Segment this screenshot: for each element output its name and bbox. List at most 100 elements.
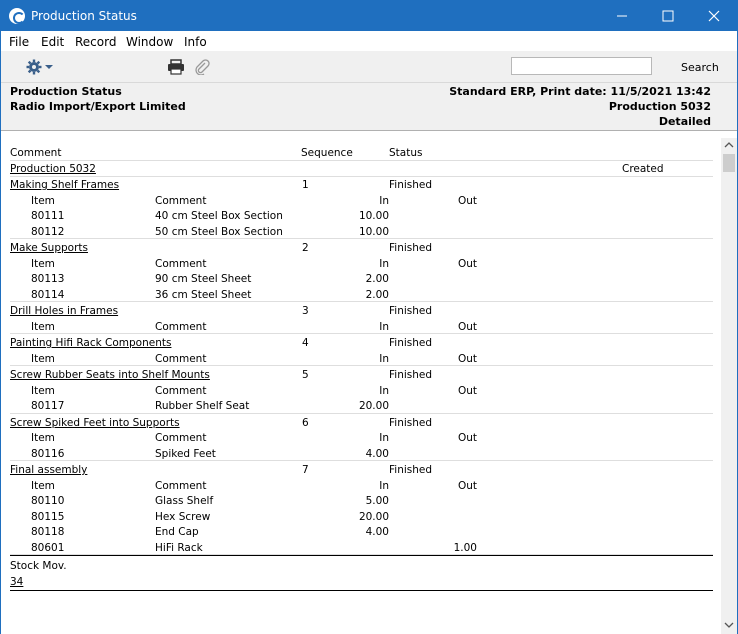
item-in-qty: 20.00 [358, 400, 389, 412]
report-body: Comment Sequence Status Production 5032 Crea… [1, 134, 721, 634]
title-bar: Production Status [1, 1, 737, 31]
sub-header-out: Out [457, 320, 477, 333]
menu-edit[interactable]: Edit [41, 35, 64, 49]
item-comment: Hex Screw [155, 510, 211, 523]
scroll-up-icon [724, 142, 734, 148]
step-link[interactable]: Making Shelf Frames [10, 179, 119, 191]
step-status: Finished [389, 369, 433, 381]
step-status: Finished [389, 242, 433, 254]
item-code: 80115 [31, 510, 65, 523]
production-status-window: Production Status File Edit Record Windo… [0, 0, 738, 634]
divider [10, 555, 713, 556]
scroll-down-icon [724, 622, 734, 628]
divider [10, 333, 713, 334]
divider [10, 176, 713, 177]
item-in-qty: 20.00 [358, 510, 389, 523]
menu-file[interactable]: File [9, 35, 29, 49]
item-comment: Rubber Shelf Seat [155, 400, 250, 412]
divider [10, 301, 713, 302]
item-in-qty: 10.00 [358, 210, 389, 222]
close-icon [708, 10, 720, 22]
step-sequence: 3 [302, 305, 309, 317]
item-comment: 90 cm Steel Sheet [155, 273, 252, 285]
step-sequence: 1 [302, 179, 309, 191]
paperclip-icon[interactable] [194, 59, 210, 78]
report-name: Production Status [10, 85, 122, 98]
step-sequence: 6 [302, 416, 309, 429]
item-code: 80117 [31, 400, 65, 412]
maximize-icon [662, 10, 674, 22]
menu-window[interactable]: Window [126, 35, 173, 49]
maximize-button[interactable] [645, 1, 691, 31]
vertical-scrollbar[interactable] [721, 138, 737, 634]
step-sequence: 5 [302, 369, 309, 381]
sub-header-comment: Comment [155, 320, 207, 333]
item-comment: 36 cm Steel Sheet [155, 288, 252, 301]
step-link[interactable]: Drill Holes in Frames [10, 305, 118, 317]
column-header-comment: Comment [10, 147, 62, 159]
sub-header-out: Out [457, 194, 477, 207]
production-status: Created [622, 163, 664, 175]
step-link[interactable]: Painting Hifi Rack Components [10, 337, 171, 349]
minimize-button[interactable] [599, 1, 645, 31]
sub-header-out: Out [457, 479, 477, 492]
sub-header-in: In [379, 479, 389, 492]
stock-mov-link[interactable]: 34 [10, 576, 23, 588]
step-link[interactable]: Make Supports [10, 242, 88, 254]
divider [10, 160, 713, 161]
item-code: 80110 [31, 495, 65, 507]
sub-header-out: Out [457, 384, 477, 397]
sub-header-in: In [379, 432, 389, 444]
menu-record[interactable]: Record [75, 35, 116, 49]
item-code: 80114 [31, 288, 65, 301]
window-title: Production Status [31, 9, 137, 23]
close-button[interactable] [691, 1, 737, 31]
step-status: Finished [389, 464, 433, 476]
item-comment: Glass Shelf [155, 495, 214, 507]
printer-icon[interactable] [167, 59, 185, 78]
item-comment: 40 cm Steel Box Section [155, 210, 283, 222]
sub-header-in: In [379, 384, 389, 397]
sub-header-comment: Comment [155, 384, 207, 397]
report-header: Production Status Radio Import/Export Li… [1, 83, 737, 131]
sub-header-comment: Comment [155, 257, 207, 270]
item-code: 80111 [31, 210, 65, 222]
toolbar: Search [1, 51, 737, 83]
divider [10, 238, 713, 239]
gear-icon[interactable] [26, 59, 56, 78]
search-button[interactable]: Search [681, 61, 719, 74]
step-link[interactable]: Screw Rubber Seats into Shelf Mounts [10, 369, 210, 381]
item-code: 80116 [31, 447, 65, 460]
production-number: Production 5032 [608, 100, 711, 113]
sub-header-item: Item [31, 384, 55, 397]
stock-mov-label: Stock Mov. [10, 560, 67, 572]
item-comment: End Cap [155, 526, 199, 538]
item-code: 80113 [31, 273, 65, 285]
search-input[interactable] [511, 57, 652, 75]
item-comment: Spiked Feet [155, 447, 216, 460]
column-header-sequence: Sequence [301, 147, 353, 159]
detail-level: Detailed [658, 115, 711, 128]
sub-header-comment: Comment [155, 479, 207, 492]
menu-info[interactable]: Info [184, 35, 207, 49]
sub-header-in: In [379, 194, 389, 207]
step-link[interactable]: Final assembly [10, 464, 87, 476]
minimize-icon [617, 15, 627, 17]
step-sequence: 7 [302, 464, 309, 476]
scrollbar-thumb[interactable] [723, 154, 735, 172]
step-sequence: 2 [302, 242, 309, 254]
sub-header-comment: Comment [155, 352, 207, 365]
step-status: Finished [389, 179, 433, 191]
item-code: 80601 [31, 541, 65, 554]
item-in-qty: 2.00 [365, 288, 389, 301]
item-comment: HiFi Rack [155, 541, 203, 554]
step-link[interactable]: Screw Spiked Feet into Supports [10, 417, 180, 429]
production-link[interactable]: Production 5032 [10, 163, 96, 175]
step-status: Finished [389, 337, 433, 349]
divider [10, 589, 713, 591]
sub-header-in: In [379, 352, 389, 365]
step-sequence: 4 [302, 337, 309, 349]
column-header-status: Status [389, 147, 423, 159]
sub-header-item: Item [31, 194, 55, 207]
item-in-qty: 4.00 [365, 526, 389, 538]
